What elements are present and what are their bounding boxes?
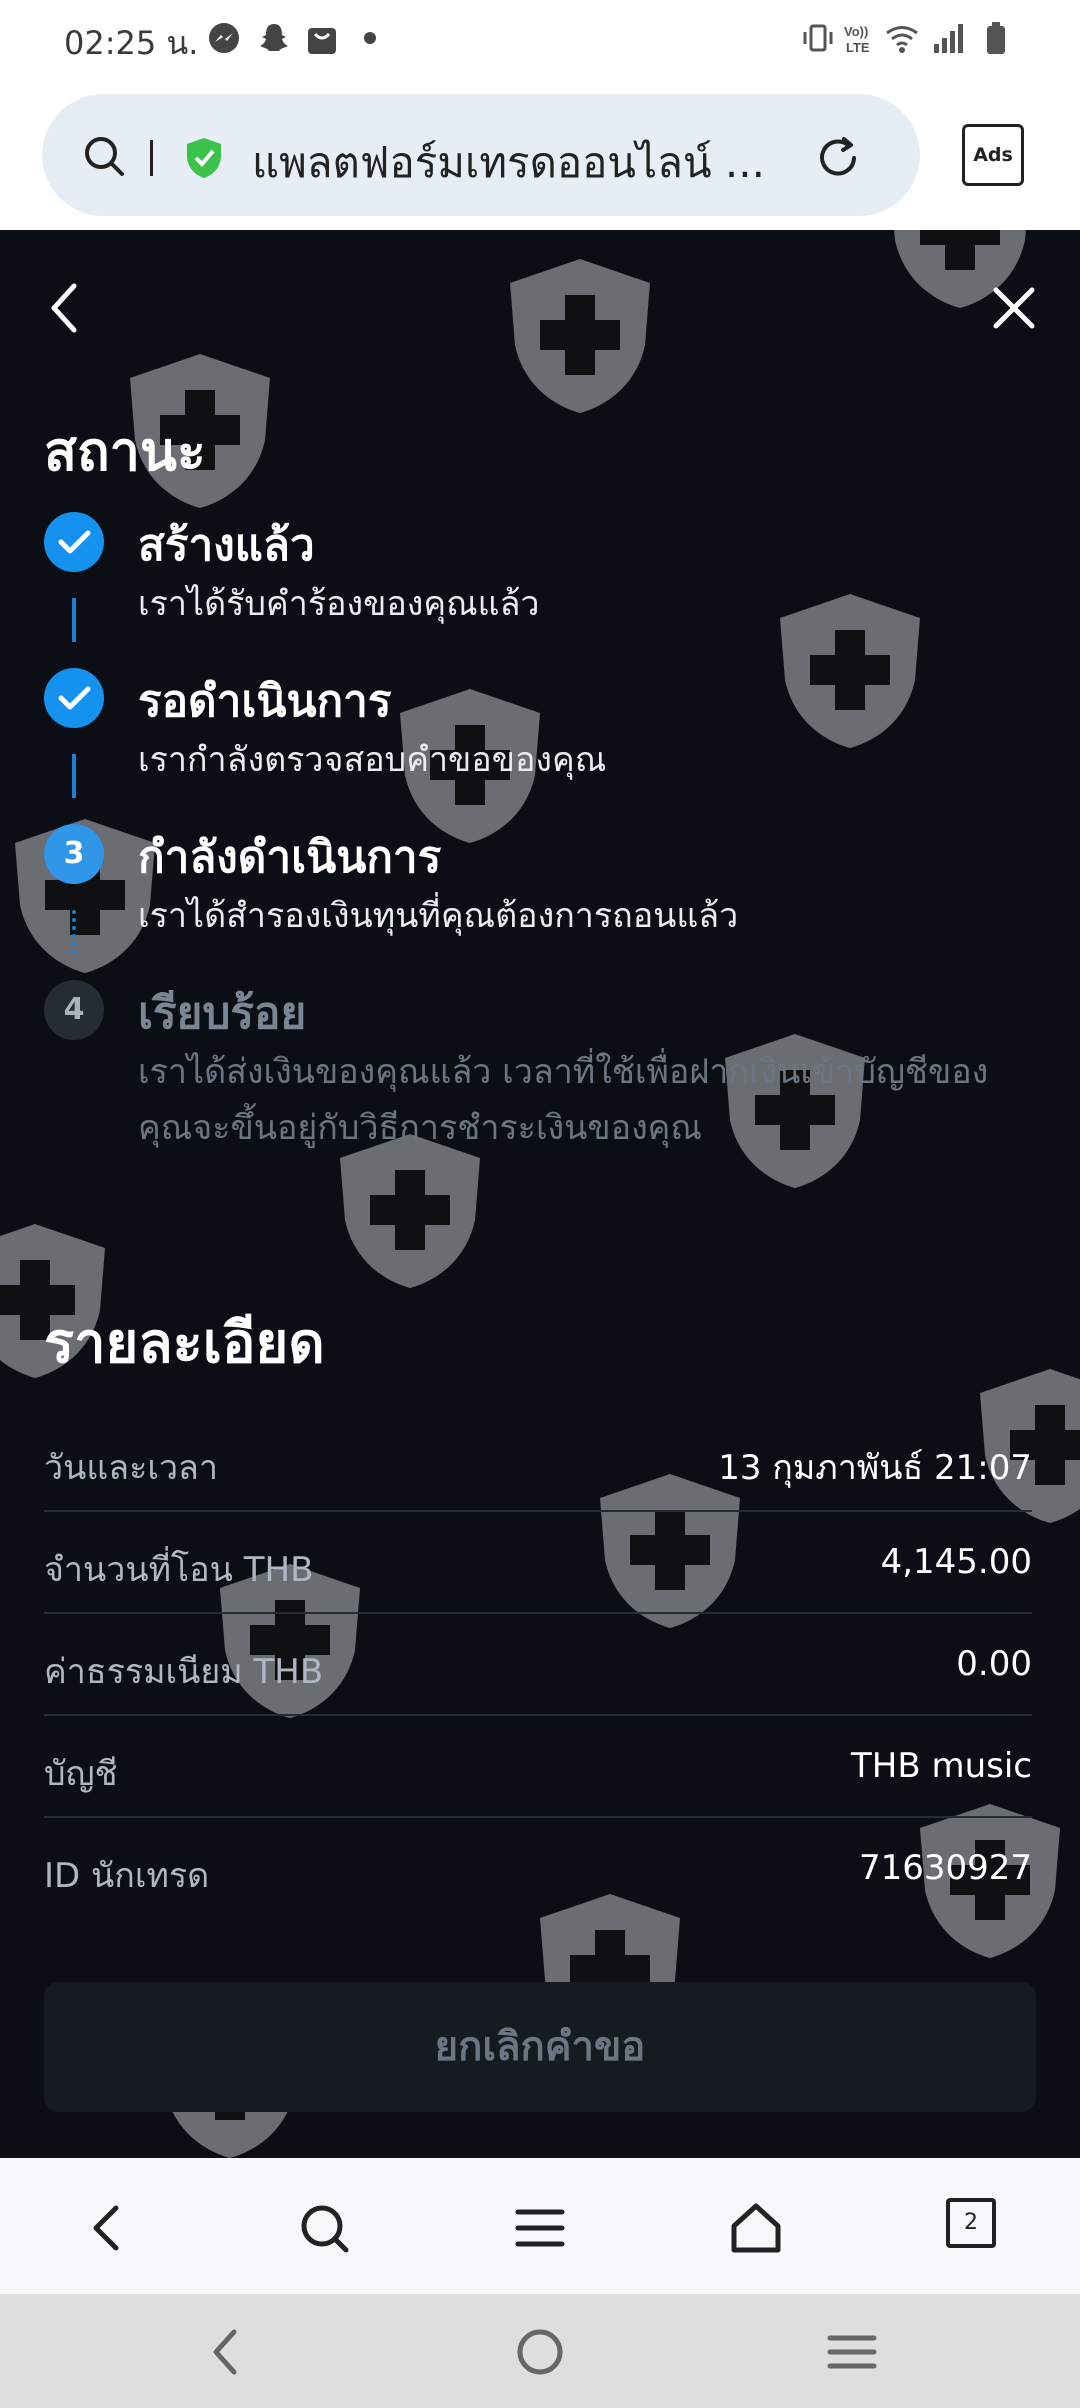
- status-time: 02:25 น.: [64, 24, 199, 62]
- browser-search-icon[interactable]: [296, 2200, 352, 2256]
- reload-icon[interactable]: [814, 134, 862, 182]
- detail-row-fee: ค่าธรรมเนียม THB 0.00: [44, 1614, 1032, 1716]
- checkmark-icon: [58, 686, 91, 710]
- withdrawal-status-page: สถานะ สร้างแล้ว เราได้รับคำร้องของคุณแล้…: [0, 230, 1080, 2158]
- notification-dot: [364, 32, 376, 44]
- step-description: เราได้ส่งเงินของคุณแล้ว เวลาที่ใช้เพื่อฝ…: [138, 1052, 989, 1148]
- address-separator: [150, 140, 153, 176]
- messenger-icon: [209, 23, 239, 53]
- close-icon[interactable]: [990, 284, 1038, 332]
- home-icon[interactable]: [728, 2200, 784, 2256]
- system-nav-bar: [0, 2294, 1080, 2408]
- status-bar: 02:25 น. Vo)) LTE: [0, 0, 1080, 80]
- secure-shield-icon: [187, 138, 221, 178]
- details-heading: รายละเอียด: [44, 1311, 325, 1376]
- detail-value: 4,145.00: [880, 1542, 1032, 1582]
- browser-bar: แพลตฟอร์มเทรดออนไลน์ ... Ads: [0, 80, 1080, 230]
- step-connector: [72, 598, 76, 642]
- snapchat-icon: [260, 24, 288, 51]
- detail-key: ค่าธรรมเนียม THB: [44, 1652, 324, 1692]
- step-label: กำลังดำเนินการ: [138, 832, 442, 883]
- detail-row-trader-id: ID นักเทรด 71630927: [44, 1818, 1032, 1920]
- step-number-badge: 4: [44, 980, 104, 1040]
- step-description: เราได้สำรองเงินทุนที่คุณต้องการถอนแล้ว: [138, 896, 739, 936]
- tabs-count-button[interactable]: 2: [946, 2198, 996, 2248]
- vibrate-icon: [803, 24, 833, 52]
- browser-back-icon[interactable]: [80, 2200, 136, 2256]
- step-label: เรียบร้อย: [138, 988, 307, 1039]
- cancel-request-button[interactable]: ยกเลิกคำขอ: [44, 1982, 1036, 2112]
- signal-icon: [934, 24, 963, 53]
- menu-icon[interactable]: [512, 2200, 568, 2256]
- system-home-icon[interactable]: [514, 2326, 566, 2378]
- detail-value: 71630927: [858, 1848, 1032, 1888]
- page-title-url[interactable]: แพลตฟอร์มเทรดออนไลน์ ...: [252, 130, 852, 196]
- detail-value: 13 กุมภาพันธ์ 21:07: [718, 1448, 1032, 1488]
- status-heading: สถานะ: [44, 420, 206, 483]
- battery-icon: [987, 22, 1005, 54]
- browser-toolbar: 2: [0, 2158, 1080, 2294]
- detail-key: บัญชี: [44, 1754, 118, 1794]
- address-bar[interactable]: แพลตฟอร์มเทรดออนไลน์ ...: [42, 94, 920, 216]
- step-label: สร้างแล้ว: [138, 520, 315, 571]
- step-check-circle: [44, 668, 104, 728]
- detail-row-account: บัญชี THB music: [44, 1716, 1032, 1818]
- wifi-icon: [886, 26, 918, 53]
- detail-key: วันและเวลา: [44, 1448, 218, 1488]
- checkmark-icon: [58, 530, 91, 554]
- detail-value: THB music: [851, 1746, 1032, 1786]
- back-arrow-icon[interactable]: [44, 278, 84, 338]
- detail-key: จำนวนที่โอน THB: [44, 1550, 314, 1590]
- search-icon[interactable]: [82, 134, 126, 178]
- svg-text:LTE: LTE: [846, 40, 870, 55]
- step-connector: [72, 754, 76, 798]
- system-recents-icon[interactable]: [826, 2326, 878, 2378]
- svg-text:Vo)): Vo)): [844, 24, 868, 39]
- detail-row-amount: จำนวนที่โอน THB 4,145.00: [44, 1512, 1032, 1614]
- step-number-badge: 3: [44, 824, 104, 884]
- step-description: เราได้รับคำร้องของคุณแล้ว: [138, 584, 540, 624]
- ads-button[interactable]: Ads: [962, 124, 1024, 186]
- detail-value: 0.00: [956, 1644, 1032, 1684]
- system-back-icon[interactable]: [200, 2326, 252, 2378]
- bag-icon: [308, 28, 336, 54]
- step-description: เรากำลังตรวจสอบคำขอของคุณ: [138, 740, 607, 780]
- detail-key: ID นักเทรด: [44, 1856, 210, 1896]
- detail-row-datetime: วันและเวลา 13 กุมภาพันธ์ 21:07: [44, 1410, 1032, 1512]
- watermark-shield-icon: [510, 259, 650, 413]
- step-check-circle: [44, 512, 104, 572]
- volte-icon: Vo))LTE: [844, 24, 870, 55]
- step-label: รอดำเนินการ: [138, 676, 392, 727]
- step-connector-dotted: [72, 910, 76, 954]
